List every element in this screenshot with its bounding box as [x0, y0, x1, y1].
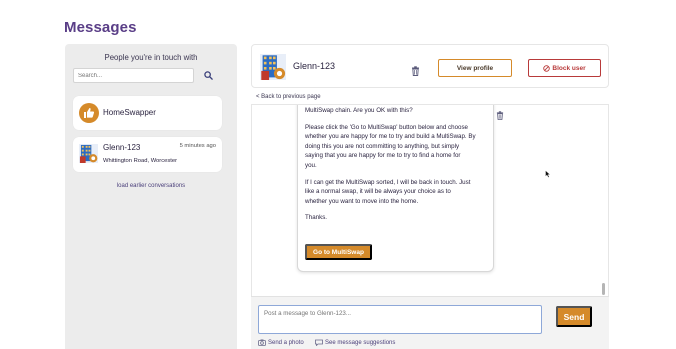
conversation-glenn[interactable]: Glenn-123 5 minutes ago Whittington Road… — [73, 137, 222, 172]
message-line: saying that you are happy for me to try … — [305, 152, 461, 160]
conversations-header: People you're in touch with — [104, 53, 198, 62]
see-suggestions-label: See message suggestions — [325, 339, 396, 346]
message-bubble: MultiSwap chain. Are you OK with this? P… — [297, 105, 494, 272]
view-profile-button[interactable]: View profile — [438, 59, 512, 77]
message-line: Please click the 'Go to MultiSwap' butto… — [305, 123, 468, 131]
message-line: Thanks. — [305, 214, 328, 222]
delete-message-button[interactable] — [496, 107, 504, 120]
conversations-panel: People you're in touch with HomeSwapper — [65, 44, 237, 349]
conversation-name: HomeSwapper — [103, 108, 156, 117]
send-button[interactable]: Send — [556, 306, 592, 327]
conversation-time: 5 minutes ago — [179, 143, 216, 149]
message-line: you. — [305, 161, 317, 169]
trash-icon — [496, 111, 504, 120]
conversation-homeswapper[interactable]: HomeSwapper — [73, 96, 222, 130]
send-photo-link[interactable]: Send a photo — [258, 339, 304, 346]
message-line: whether you are happy for me to try and … — [305, 133, 476, 141]
send-photo-label: Send a photo — [268, 339, 304, 346]
message-line: If I can get the MultiSwap sorted, I wil… — [305, 178, 471, 186]
mouse-cursor-icon — [545, 165, 551, 178]
camera-icon — [258, 339, 266, 346]
page-title: Messages — [64, 19, 137, 36]
message-input[interactable] — [258, 305, 542, 334]
block-user-label: Block user — [552, 64, 586, 72]
search-icon — [204, 71, 213, 80]
conversation-panel: Glenn-123 View profile Block user < Back… — [251, 44, 609, 349]
contact-name: Glenn-123 — [293, 61, 336, 71]
back-to-previous-link[interactable]: < Back to previous page — [256, 94, 321, 100]
delete-conversation-button[interactable] — [411, 63, 420, 76]
block-icon — [543, 64, 551, 72]
go-to-multiswap-button[interactable]: Go to MultiSwap — [305, 244, 372, 260]
messages-page: Messages People you're in touch with Hom… — [0, 0, 676, 349]
thumbs-up-icon — [84, 108, 95, 118]
conversation-name: Glenn-123 — [103, 143, 141, 152]
conversation-address: Whittington Road, Worcester — [103, 158, 177, 164]
load-earlier-link[interactable]: load earlier conversations — [65, 183, 237, 189]
search-input[interactable] — [73, 68, 194, 83]
avatar — [79, 144, 98, 163]
message-line: whether you want to move into the home. — [305, 197, 419, 205]
see-suggestions-link[interactable]: See message suggestions — [315, 339, 395, 346]
message-line: like a normal swap, it will be always yo… — [305, 188, 451, 196]
homeswapper-logo — [79, 103, 99, 123]
block-user-button[interactable]: Block user — [528, 59, 601, 77]
message-line: MultiSwap chain. Are you OK with this? — [305, 107, 413, 114]
thread-scrollbar[interactable] — [602, 283, 605, 295]
contact-avatar — [260, 54, 286, 80]
compose-area: Send Send a photo See message suggestion… — [251, 296, 609, 349]
conversation-header: Glenn-123 View profile Block user — [251, 44, 609, 88]
search-button[interactable] — [203, 70, 214, 81]
suggestions-icon — [315, 339, 323, 346]
trash-icon — [412, 66, 419, 76]
message-line: doing this you are not committing to any… — [305, 142, 460, 150]
